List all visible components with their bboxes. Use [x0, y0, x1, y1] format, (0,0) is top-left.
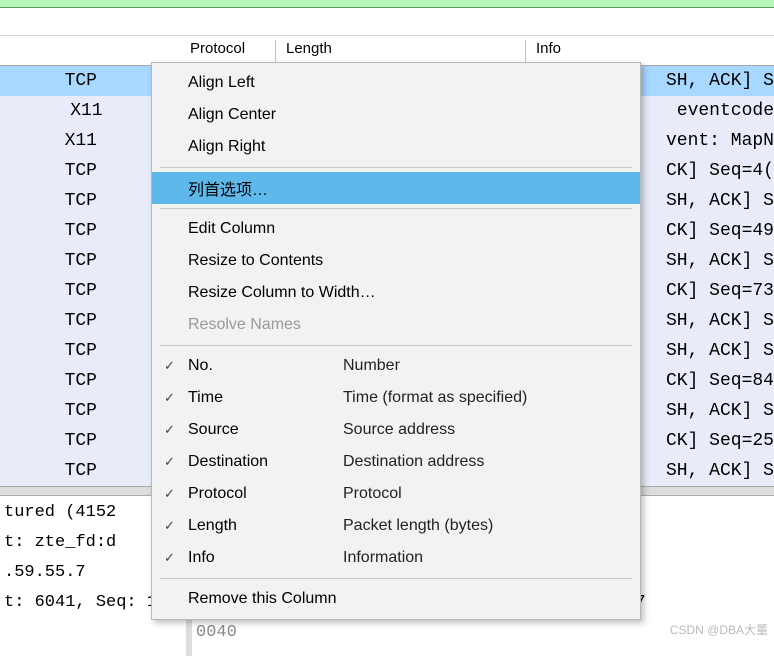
menu-col-label: Destination [188, 453, 343, 471]
menu-align-left[interactable]: Align Left [152, 67, 640, 99]
menu-edit-column[interactable]: Edit Column [152, 213, 640, 245]
cell-protocol: TCP [61, 461, 120, 481]
cell-protocol: TCP [61, 221, 120, 241]
toolbar-gap [0, 8, 774, 36]
cell-protocol: TCP [61, 371, 120, 391]
menu-col-label: Protocol [188, 485, 343, 503]
menu-col-label: Length [188, 517, 343, 535]
menu-label: Resize to Contents [188, 252, 323, 270]
cell-protocol: TCP [61, 71, 120, 91]
check-icon: ✓ [164, 390, 175, 406]
menu-col-desc: Source address [343, 421, 455, 439]
check-icon: ✓ [164, 550, 175, 566]
menu-col-label: No. [188, 357, 343, 375]
menu-separator [160, 345, 632, 346]
menu-align-right[interactable]: Align Right [152, 131, 640, 163]
check-icon: ✓ [164, 422, 175, 438]
menu-label: Align Center [188, 106, 276, 124]
menu-col-label: Source [188, 421, 343, 439]
cell-protocol: X11 [61, 131, 120, 151]
cell-protocol: X11 [66, 101, 131, 121]
cell-protocol: TCP [61, 341, 120, 361]
menu-label: 列首选项… [188, 176, 268, 200]
menu-separator [160, 208, 632, 209]
check-icon: ✓ [164, 358, 175, 374]
menu-column-toggle[interactable]: ✓ SourceSource address [152, 414, 640, 446]
check-icon: ✓ [164, 454, 175, 470]
menu-resize-width[interactable]: Resize Column to Width… [152, 277, 640, 309]
menu-separator [160, 167, 632, 168]
cell-protocol: TCP [61, 431, 120, 451]
filter-bar [0, 0, 774, 8]
watermark: CSDN @DBA大董 [670, 621, 768, 638]
menu-column-preferences[interactable]: 列首选项… [152, 172, 640, 204]
column-context-menu: Align Left Align Center Align Right 列首选项… [151, 62, 641, 620]
menu-label: Align Left [188, 74, 255, 92]
menu-remove-column[interactable]: Remove this Column [152, 583, 640, 615]
menu-column-toggle[interactable]: ✓ LengthPacket length (bytes) [152, 510, 640, 542]
check-icon: ✓ [164, 486, 175, 502]
menu-column-toggle[interactable]: ✓ No.Number [152, 350, 640, 382]
cell-protocol: TCP [61, 401, 120, 421]
menu-col-desc: Time (format as specified) [343, 389, 527, 407]
menu-separator [160, 578, 632, 579]
menu-resolve-names: Resolve Names [152, 309, 640, 341]
menu-column-toggle[interactable]: ✓ TimeTime (format as specified) [152, 382, 640, 414]
menu-col-desc: Destination address [343, 453, 484, 471]
menu-column-toggle[interactable]: ✓ DestinationDestination address [152, 446, 640, 478]
cell-protocol: TCP [61, 161, 120, 181]
check-icon: ✓ [164, 518, 175, 534]
menu-label: Edit Column [188, 220, 275, 238]
menu-col-desc: Information [343, 549, 423, 567]
menu-label: Resize Column to Width… [188, 284, 376, 302]
menu-label: Resolve Names [188, 316, 301, 334]
menu-label: Remove this Column [188, 590, 337, 608]
cell-protocol: TCP [61, 281, 120, 301]
menu-col-label: Time [188, 389, 343, 407]
menu-col-desc: Protocol [343, 485, 402, 503]
menu-col-desc: Packet length (bytes) [343, 517, 493, 535]
menu-resize-contents[interactable]: Resize to Contents [152, 245, 640, 277]
menu-col-label: Info [188, 549, 343, 567]
menu-column-toggle[interactable]: ✓ InfoInformation [152, 542, 640, 574]
menu-label: Align Right [188, 138, 265, 156]
cell-protocol: TCP [61, 191, 120, 211]
menu-align-center[interactable]: Align Center [152, 99, 640, 131]
menu-column-toggle[interactable]: ✓ ProtocolProtocol [152, 478, 640, 510]
cell-protocol: TCP [61, 311, 120, 331]
cell-protocol: TCP [61, 251, 120, 271]
menu-col-desc: Number [343, 357, 400, 375]
